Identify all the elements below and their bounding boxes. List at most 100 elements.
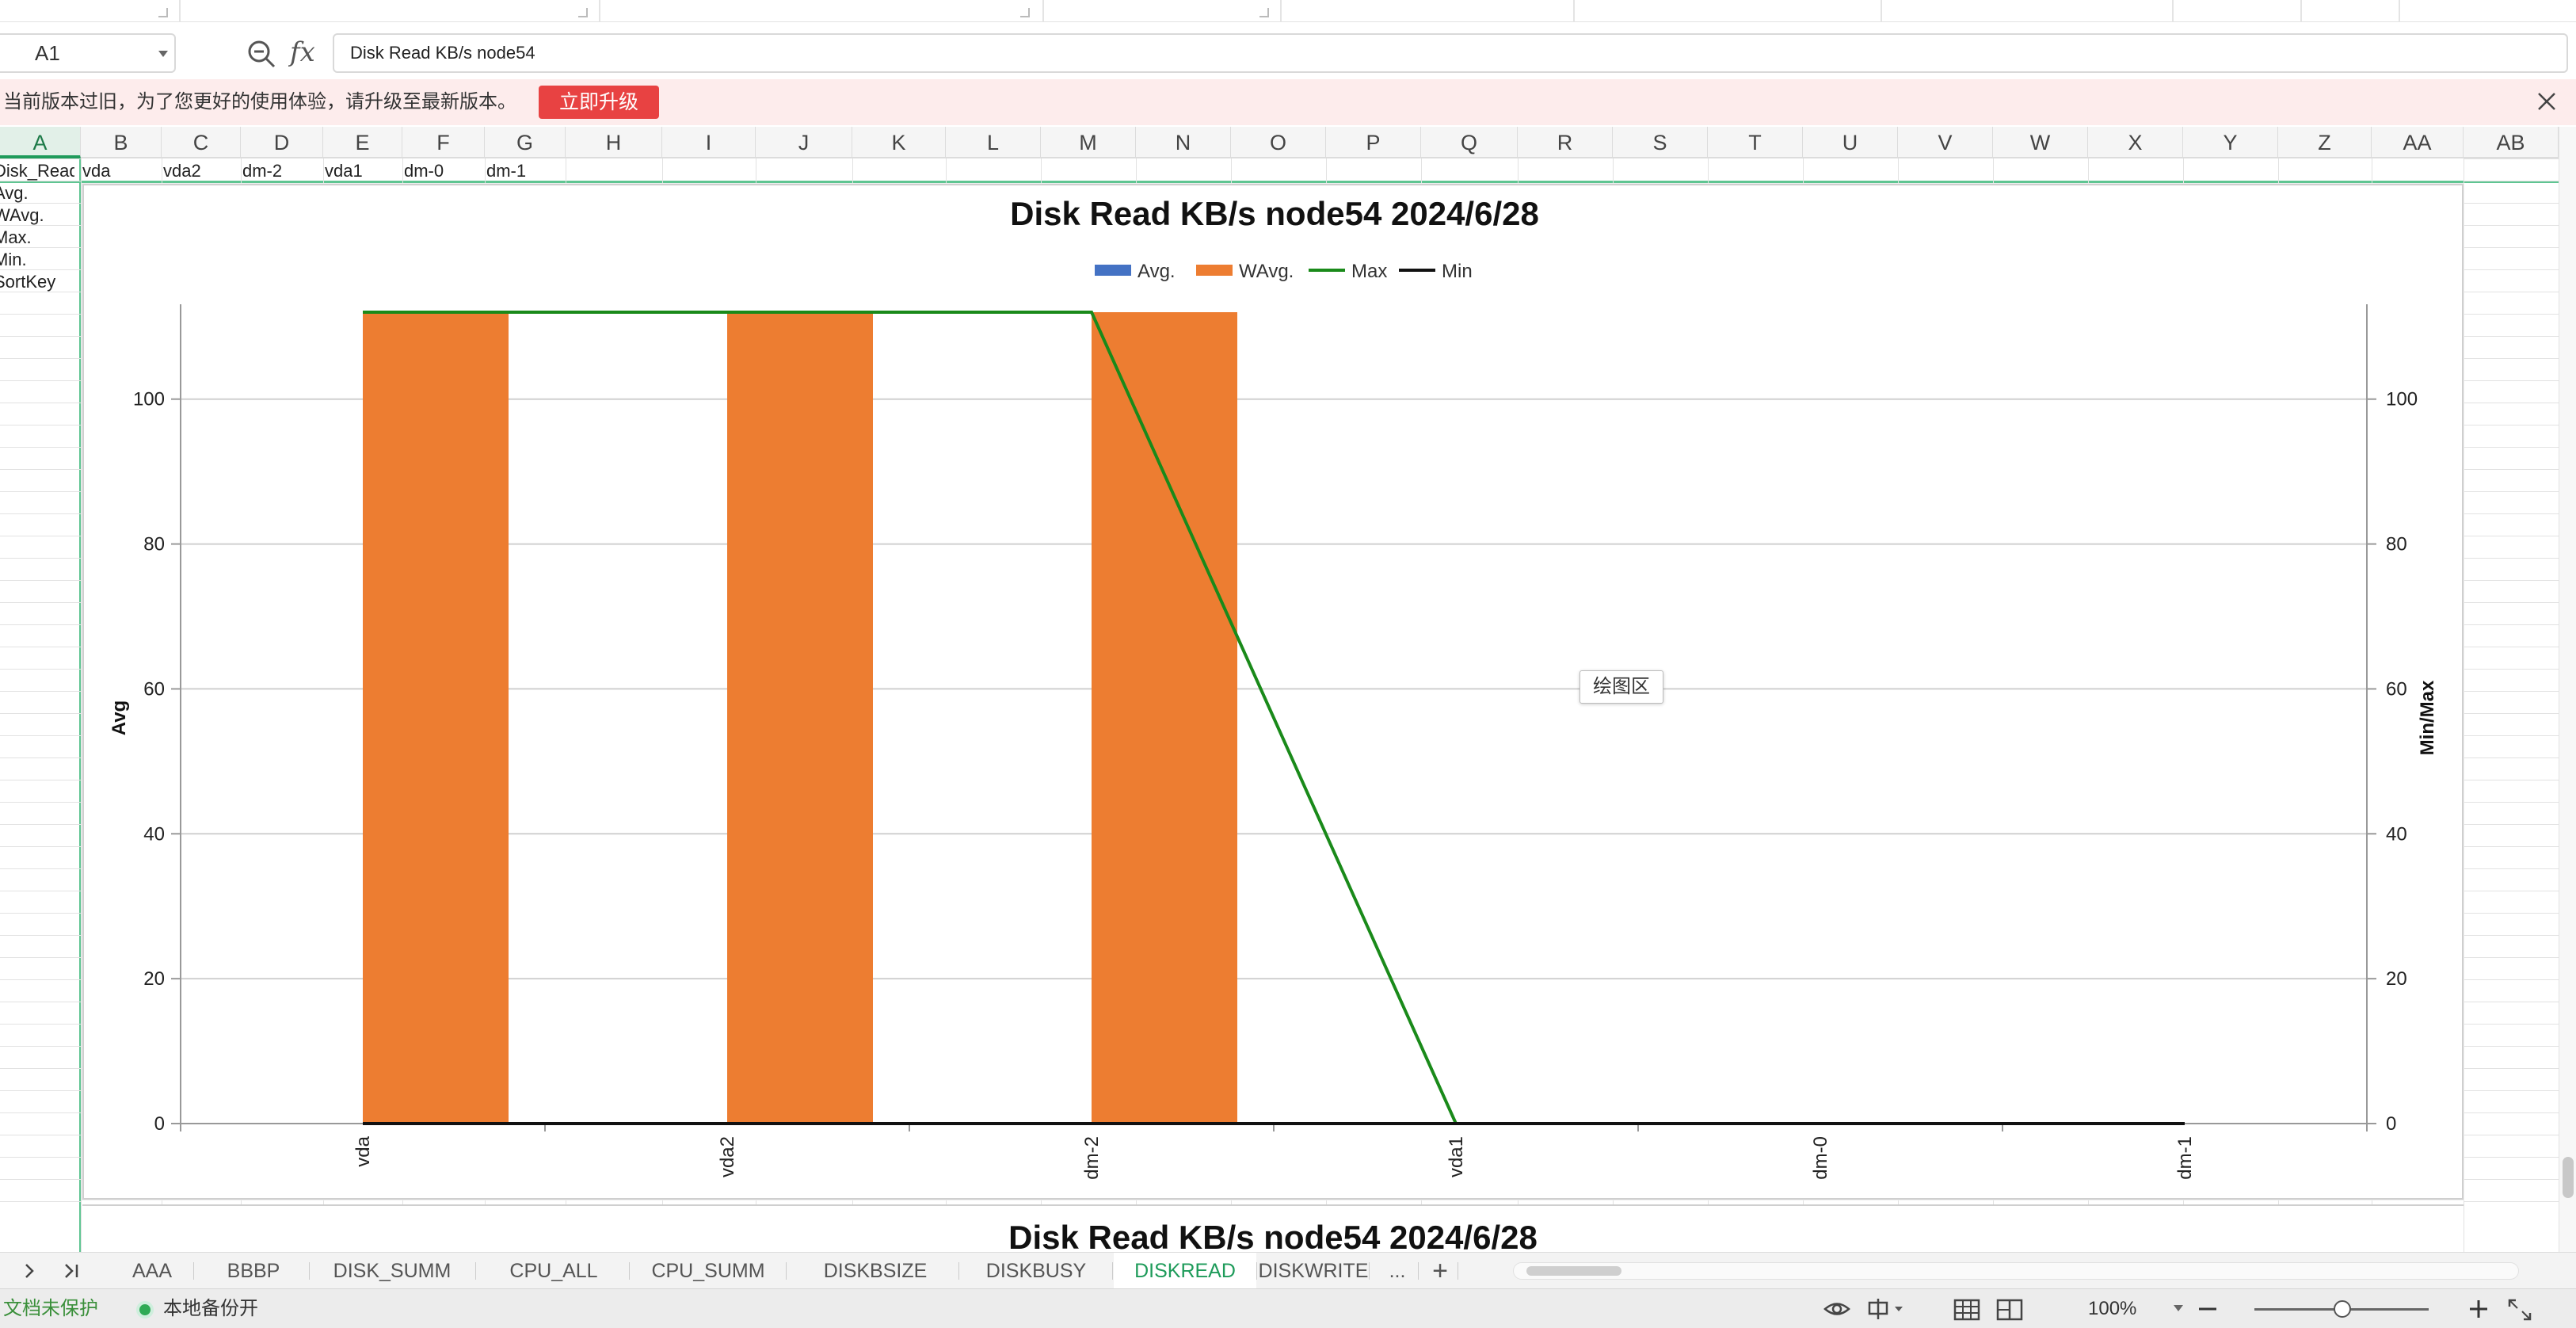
sheet-tab-cpu_all[interactable]: CPU_ALL [478,1253,629,1289]
cell-r1-g[interactable]: dm-1 [486,160,567,182]
sheet-tab-aaa[interactable]: AAA [111,1253,193,1289]
column-header-s[interactable]: S [1613,127,1708,158]
bar-wavg-vda[interactable] [363,312,509,1124]
expand-corner-icon[interactable] [158,8,168,17]
sheet-tab-diskbusy[interactable]: DISKBUSY [960,1253,1112,1289]
y2-tick-label: 40 [2386,823,2407,845]
column-header-m[interactable]: M [1041,127,1136,158]
cell-a4[interactable]: Max. [0,227,79,249]
last-sheet-icon[interactable] [62,1262,82,1280]
cell-a6[interactable]: SortKey [0,271,79,293]
column-header-v[interactable]: V [1898,127,1993,158]
cell-r1-a[interactable]: Disk_Read [0,160,74,182]
y-tick-label: 100 [133,389,165,410]
cell-r1-f[interactable]: dm-0 [404,160,486,182]
sheet-tabs-bar: AAA BBBP DISK_SUMM CPU_ALL CPU_SUMM DISKBSIZE… [0,1252,2576,1289]
expand-corner-icon[interactable] [1020,8,1030,17]
column-header-d[interactable]: D [241,127,323,158]
column-header-t[interactable]: T [1708,127,1803,158]
zoom-level[interactable]: 100% [2088,1289,2136,1328]
y2-tick-label: 60 [2386,678,2407,700]
column-header-r[interactable]: R [1518,127,1613,158]
notice-text: 当前版本过旧，为了您更好的使用体验，请升级至最新版本。 [3,91,516,113]
sheet-tab-cpu_summ[interactable]: CPU_SUMM [631,1253,786,1289]
cell-r1-e[interactable]: vda1 [325,160,404,182]
cell-r1-b[interactable]: vda [82,160,163,182]
column-header-g[interactable]: G [485,127,566,158]
sheet-tab-disk_summ[interactable]: DISK_SUMM [309,1253,475,1289]
column-header-aa[interactable]: AA [2372,127,2464,158]
page-layout-icon[interactable] [1996,1299,2023,1321]
column-header-q[interactable]: Q [1421,127,1518,158]
column-header-b[interactable]: B [81,127,162,158]
sheet-tab-diskwrite[interactable]: DISKWRITE [1258,1253,1369,1289]
upgrade-button[interactable]: 立即升级 [539,86,659,119]
sheet-tab-diskread[interactable]: DISKREAD [1114,1253,1256,1289]
y2-axis-label: Min/Max [2417,680,2438,755]
next-sheet-icon[interactable] [21,1262,38,1280]
column-header-a[interactable]: A [0,127,81,158]
expand-corner-icon[interactable] [578,8,588,17]
eye-icon[interactable] [1823,1299,1850,1319]
name-box[interactable]: A1 [0,33,176,73]
y2-tick-label: 0 [2386,1113,2396,1135]
sheet-tab-bbbp[interactable]: BBBP [198,1253,309,1289]
chart-area[interactable]: Disk Read KB/s node54 2024/6/28 Avg. WAvg.… [82,184,2464,1200]
close-icon[interactable] [2535,90,2559,113]
cell-a5[interactable]: Min. [0,249,79,271]
cell-a2[interactable]: Avg. [0,182,79,204]
disk-read-chart[interactable]: Disk Read KB/s node54 2024/6/28 Avg. WAvg.… [84,185,2465,1201]
x-tick-label: vda [352,1135,374,1166]
column-header-e[interactable]: E [323,127,402,158]
column-header-i[interactable]: I [662,127,756,158]
legend-label-1: Avg. [1137,261,1176,282]
column-header-k[interactable]: K [852,127,946,158]
column-header-j[interactable]: J [756,127,852,158]
column-header-l[interactable]: L [946,127,1041,158]
cell-reference: A1 [35,41,60,65]
function-icon[interactable]: fx [290,33,315,71]
add-sheet-button[interactable]: + [1423,1253,1458,1289]
expand-corner-icon[interactable] [1259,8,1269,17]
y2-tick-label: 20 [2386,968,2407,990]
x-tick-label: vda2 [717,1136,738,1177]
document-protect-status[interactable]: 文档未保护 [3,1289,98,1328]
column-header-w[interactable]: W [1993,127,2088,158]
vertical-scroll-thumb[interactable] [2563,1157,2574,1198]
more-sheets-button[interactable]: ... [1377,1253,1418,1289]
sheet-tab-diskbsize[interactable]: DISKBSIZE [792,1253,958,1289]
legend-label-3: Max [1351,261,1387,282]
column-header-u[interactable]: U [1803,127,1898,158]
zoom-out-icon[interactable] [246,38,277,70]
zoom-out-minus-icon[interactable] [2197,1299,2218,1319]
column-header-y[interactable]: Y [2183,127,2278,158]
column-header-n[interactable]: N [1136,127,1231,158]
cell-r1-c[interactable]: vda2 [163,160,242,182]
input-method-icon[interactable] [1866,1299,1906,1319]
column-header-x[interactable]: X [2088,127,2183,158]
vertical-scrollbar[interactable] [2559,127,2576,1252]
zoom-dropdown-chevron-down-icon[interactable] [2174,1305,2183,1311]
zoom-slider-thumb[interactable] [2334,1300,2351,1318]
bar-wavg-vda2[interactable] [727,312,873,1124]
column-header-c[interactable]: C [162,127,241,158]
zoom-in-plus-icon[interactable] [2468,1299,2489,1319]
column-header-ab[interactable]: AB [2464,127,2559,158]
column-header-f[interactable]: F [402,127,485,158]
chevron-down-icon[interactable] [158,51,168,57]
series-line-max[interactable] [363,311,2185,1125]
column-header-p[interactable]: P [1326,127,1421,158]
horizontal-scrollbar[interactable] [1513,1262,2519,1280]
horizontal-scroll-thumb[interactable] [1526,1266,1621,1276]
fullscreen-icon[interactable] [2508,1299,2532,1321]
column-header-h[interactable]: H [566,127,662,158]
y-tick-label: 20 [143,968,165,990]
cell-a3[interactable]: WAvg. [0,204,79,227]
cell-r1-d[interactable]: dm-2 [242,160,325,182]
bar-wavg-dm-2[interactable] [1092,312,1237,1124]
column-header-o[interactable]: O [1231,127,1326,158]
formula-input[interactable]: Disk Read KB/s node54 [333,33,2568,73]
normal-view-icon[interactable] [1953,1299,1980,1321]
backup-status[interactable]: 本地备份开 [163,1289,258,1328]
column-header-z[interactable]: Z [2278,127,2372,158]
